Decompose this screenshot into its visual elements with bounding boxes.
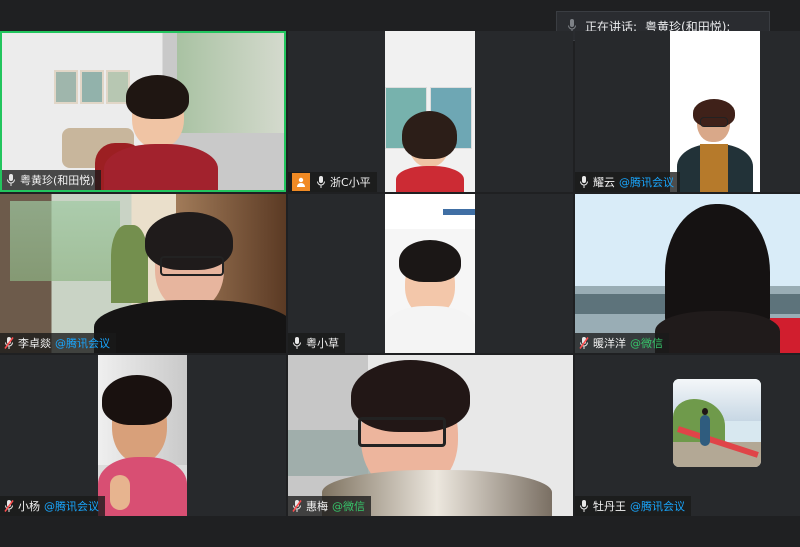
microphone-icon <box>317 176 325 188</box>
participant-platform-6: @微信 <box>630 337 663 350</box>
video-conference-window: 正在讲话: 粤黄珍(和田悦); 粤黄珍(和田悦) 浙C小平 耀云 @腾讯会议 李… <box>0 0 800 547</box>
microphone-icon <box>293 337 301 349</box>
participant-platform-4: @腾讯会议 <box>55 337 110 350</box>
user-badge-icon <box>292 173 310 191</box>
participant-tile-8[interactable]: 惠梅 @微信 <box>288 355 573 516</box>
participant-label-5: 粤小草 <box>288 333 345 353</box>
participant-name-6: 暖洋洋 <box>593 337 626 350</box>
participant-platform-3: @腾讯会议 <box>619 176 674 189</box>
microphone-muted-icon <box>4 337 14 349</box>
microphone-muted-icon <box>4 500 14 512</box>
participant-name-4: 李卓燚 <box>18 337 51 350</box>
participant-tile-4[interactable]: 李卓燚 @腾讯会议 <box>0 194 286 353</box>
participant-platform-7: @腾讯会议 <box>44 500 99 513</box>
participant-label-3: 耀云 @腾讯会议 <box>575 172 680 192</box>
participant-name-7: 小杨 <box>18 500 40 513</box>
participant-platform-9: @腾讯会议 <box>630 500 685 513</box>
participant-label-7: 小杨 @腾讯会议 <box>0 496 105 516</box>
participant-grid: 粤黄珍(和田悦) 浙C小平 耀云 @腾讯会议 李卓燚 @腾讯会议 粤小草 暖洋洋… <box>0 31 800 516</box>
participant-label-9: 牡丹王 @腾讯会议 <box>575 496 691 516</box>
participant-name-9: 牡丹王 <box>593 500 626 513</box>
participant-label-4: 李卓燚 @腾讯会议 <box>0 333 116 353</box>
microphone-icon <box>580 500 588 512</box>
participant-video-6 <box>575 194 800 353</box>
participant-tile-7[interactable]: 小杨 @腾讯会议 <box>0 355 286 516</box>
participant-video-9 <box>673 379 761 467</box>
microphone-icon <box>7 174 15 186</box>
participant-name-8: 惠梅 <box>306 500 328 513</box>
participant-tile-9[interactable]: 牡丹王 @腾讯会议 <box>575 355 800 516</box>
participant-video-7 <box>98 355 187 516</box>
participant-name-3: 耀云 <box>593 176 615 189</box>
participant-label-8: 惠梅 @微信 <box>288 496 371 516</box>
participant-video-8 <box>288 355 573 516</box>
participant-video-2 <box>385 31 475 192</box>
microphone-icon <box>580 176 588 188</box>
participant-platform-8: @微信 <box>332 500 365 513</box>
participant-tile-6[interactable]: 暖洋洋 @微信 <box>575 194 800 353</box>
microphone-muted-icon <box>579 337 589 349</box>
microphone-muted-icon <box>292 500 302 512</box>
participant-label-1: 粤黄珍(和田悦) <box>2 170 101 190</box>
participant-tile-5[interactable]: 粤小草 <box>288 194 573 353</box>
participant-video-3 <box>670 31 760 192</box>
participant-tile-3[interactable]: 耀云 @腾讯会议 <box>575 31 800 192</box>
participant-tile-2[interactable]: 浙C小平 <box>288 31 573 192</box>
participant-name-2: 浙C小平 <box>330 176 371 189</box>
participant-label-6: 暖洋洋 @微信 <box>575 333 669 353</box>
participant-name-5: 粤小草 <box>306 337 339 350</box>
participant-video-5 <box>385 194 475 353</box>
participant-name-1: 粤黄珍(和田悦) <box>20 174 95 187</box>
participant-video-1 <box>2 33 284 190</box>
participant-video-4 <box>0 194 286 353</box>
participant-label-2: 浙C小平 <box>288 172 377 192</box>
participant-tile-1[interactable]: 粤黄珍(和田悦) <box>0 31 286 192</box>
